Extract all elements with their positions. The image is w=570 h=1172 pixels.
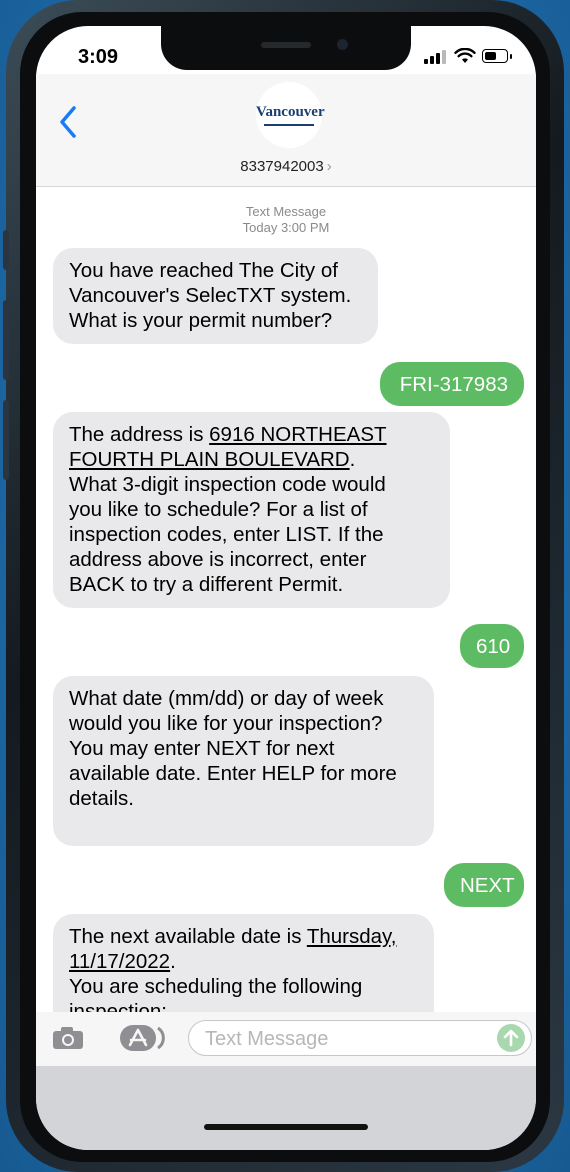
- contact-name[interactable]: 8337942003 ›: [36, 158, 536, 175]
- address-link[interactable]: FOURTH PLAIN BOULEVARD: [69, 448, 350, 471]
- outgoing-message[interactable]: NEXT: [444, 863, 524, 907]
- notch: [161, 26, 411, 70]
- conversation-header: Vancouver 8337942003 ›: [36, 74, 536, 187]
- address-link[interactable]: 6916 NORTHEAST: [209, 423, 386, 446]
- wifi-icon: [454, 48, 476, 63]
- message-thread[interactable]: Text Message Today 3:00 PM You have reac…: [36, 186, 536, 1064]
- status-icons: [424, 46, 514, 66]
- compose-bar: Text Message: [36, 1012, 536, 1066]
- screen: 3:09 Vancouver 8337942003 › Text Message…: [36, 26, 536, 1150]
- incoming-message[interactable]: You have reached The City of Vancouver's…: [53, 248, 378, 344]
- home-indicator[interactable]: [204, 1124, 368, 1130]
- mute-switch: [3, 230, 9, 270]
- message-input[interactable]: Text Message: [188, 1020, 532, 1056]
- battery-icon: [482, 49, 512, 63]
- incoming-message[interactable]: The address is 6916 NORTHEAST FOURTH PLA…: [53, 412, 450, 608]
- camera-icon[interactable]: [52, 1026, 84, 1050]
- send-button[interactable]: [497, 1024, 525, 1052]
- app-store-icon[interactable]: [118, 1024, 166, 1052]
- message-input-placeholder: Text Message: [205, 1028, 329, 1050]
- contact-avatar[interactable]: Vancouver: [256, 82, 325, 148]
- date-link[interactable]: 11/17/2022: [69, 950, 170, 973]
- status-time: 3:09: [78, 46, 119, 68]
- keyboard-area: [36, 1066, 536, 1150]
- speaker: [261, 42, 311, 48]
- back-chevron-icon[interactable]: [54, 104, 84, 140]
- outgoing-message[interactable]: 610: [460, 624, 524, 668]
- volume-down-button: [3, 400, 9, 480]
- logo-underline: [264, 124, 314, 126]
- front-camera: [337, 39, 348, 50]
- incoming-message[interactable]: What date (mm/dd) or day of week would y…: [53, 676, 434, 846]
- outgoing-message[interactable]: FRI-317983: [380, 362, 524, 406]
- avatar-logo-text: Vancouver: [256, 104, 325, 120]
- volume-up-button: [3, 300, 9, 380]
- thread-timestamp: Text Message Today 3:00 PM: [242, 204, 330, 235]
- chevron-right-icon: ›: [326, 158, 332, 175]
- signal-icon: [424, 50, 450, 64]
- date-link[interactable]: Thursday,: [307, 925, 397, 948]
- arrow-up-icon: [503, 1029, 519, 1047]
